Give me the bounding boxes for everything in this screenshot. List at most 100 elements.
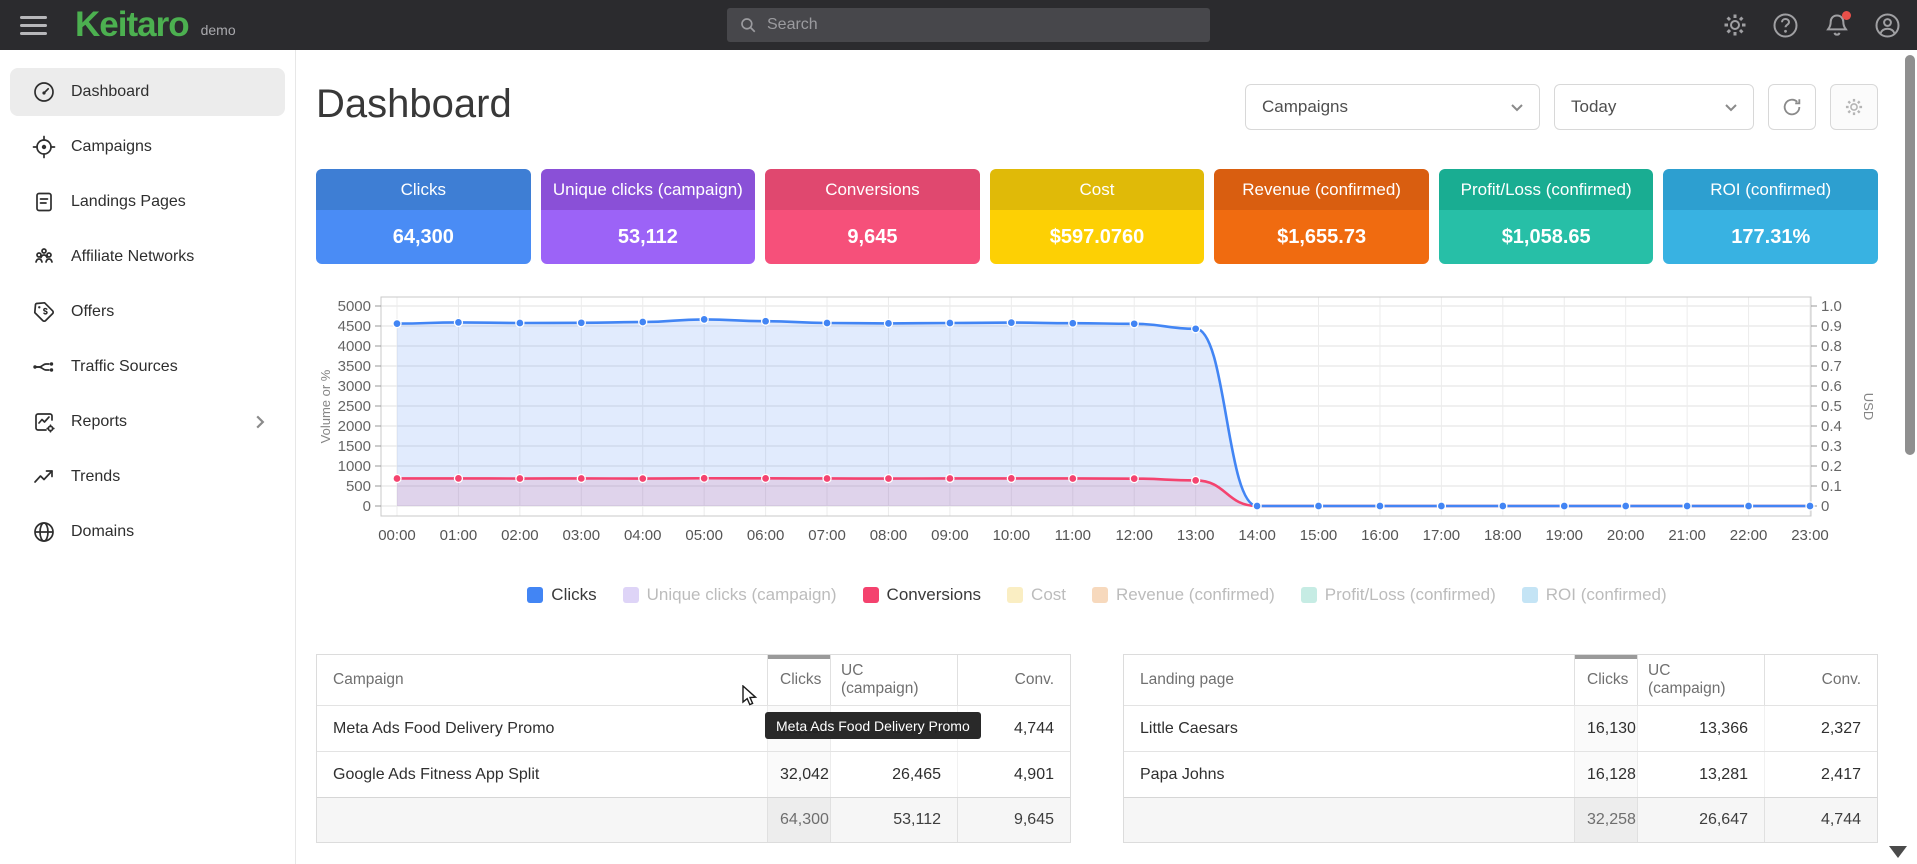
sidebar-item-affiliate-networks[interactable]: Affiliate Networks (10, 233, 285, 281)
row-name[interactable]: Meta Ads Food Delivery Promo (317, 706, 767, 751)
stat-card-label: Cost (990, 169, 1205, 210)
stat-card-label: Unique clicks (campaign) (541, 169, 756, 210)
stat-card-conversions[interactable]: Conversions9,645 (765, 169, 980, 264)
sidebar-item-landings-pages[interactable]: Landings Pages (10, 178, 285, 226)
column-header[interactable]: Landing page (1124, 655, 1574, 705)
sidebar-item-offers[interactable]: Offers (10, 288, 285, 336)
stat-card-unique-clicks-campaign-[interactable]: Unique clicks (campaign)53,112 (541, 169, 756, 264)
dashboard-settings-button[interactable] (1830, 84, 1878, 130)
stat-card-roi-confirmed-[interactable]: ROI (confirmed)177.31% (1663, 169, 1878, 264)
scroll-down-arrow[interactable] (1889, 846, 1907, 858)
legend-label: Revenue (confirmed) (1116, 585, 1275, 605)
table-totals-row: 32,25826,6474,744 (1124, 797, 1877, 842)
table-row[interactable]: Little Caesars16,13013,3662,327 (1124, 705, 1877, 751)
landings-table: Landing pageClicksUC (campaign)Conv.Litt… (1123, 654, 1878, 843)
svg-text:0.1: 0.1 (1821, 478, 1842, 495)
svg-text:02:00: 02:00 (501, 527, 539, 544)
sidebar-item-domains[interactable]: Domains (10, 508, 285, 556)
column-header-conv[interactable]: Conv. (1764, 655, 1877, 705)
svg-text:1.0: 1.0 (1821, 298, 1842, 315)
vertical-scrollbar[interactable] (1905, 55, 1915, 455)
svg-text:USD: USD (1861, 393, 1876, 420)
svg-text:15:00: 15:00 (1300, 527, 1338, 544)
grouping-select[interactable]: Campaigns (1245, 84, 1540, 130)
date-range-select[interactable]: Today (1554, 84, 1754, 130)
legend-item-conversions[interactable]: Conversions (863, 585, 982, 605)
stat-card-label: Revenue (confirmed) (1214, 169, 1429, 210)
svg-text:4000: 4000 (338, 338, 371, 355)
legend-item-roi-confirmed-[interactable]: ROI (confirmed) (1522, 585, 1667, 605)
svg-text:0: 0 (363, 498, 371, 515)
search-icon (739, 16, 757, 34)
row-name[interactable]: Google Ads Fitness App Split (317, 752, 767, 797)
search-input[interactable] (767, 16, 1198, 34)
affiliate-icon (32, 245, 56, 269)
refresh-button[interactable] (1768, 84, 1816, 130)
svg-text:09:00: 09:00 (931, 527, 969, 544)
stat-card-revenue-confirmed-[interactable]: Revenue (confirmed)$1,655.73 (1214, 169, 1429, 264)
account-icon[interactable] (1874, 12, 1901, 39)
chevron-down-icon (1509, 99, 1525, 115)
row-uc: 13,281 (1638, 752, 1764, 797)
svg-text:3000: 3000 (338, 378, 371, 395)
offers-icon (32, 300, 56, 324)
sidebar-item-campaigns[interactable]: Campaigns (10, 123, 285, 171)
column-header-conv[interactable]: Conv. (957, 655, 1070, 705)
menu-toggle-button[interactable] (0, 0, 50, 50)
search-bar[interactable] (727, 8, 1210, 42)
table-row[interactable]: Google Ads Fitness App Split32,04226,465… (317, 751, 1070, 797)
column-header-uc[interactable]: UC (campaign) (831, 655, 957, 705)
column-header[interactable]: Campaign (317, 655, 767, 705)
column-header-clicks[interactable]: Clicks (767, 655, 831, 705)
notifications-icon[interactable] (1823, 12, 1850, 39)
table-row[interactable]: Papa Johns16,12813,2812,417 (1124, 751, 1877, 797)
row-uc: 26,465 (831, 752, 957, 797)
legend-swatch (1092, 587, 1108, 603)
stat-card-label: Profit/Loss (confirmed) (1439, 169, 1654, 210)
column-header-clicks[interactable]: Clicks (1574, 655, 1638, 705)
sidebar-item-dashboard[interactable]: Dashboard (10, 68, 285, 116)
sidebar-item-label: Traffic Sources (71, 358, 178, 376)
stat-card-value: 9,645 (765, 210, 980, 264)
svg-text:2000: 2000 (338, 418, 371, 435)
sidebar-item-label: Dashboard (71, 83, 149, 101)
svg-text:14:00: 14:00 (1238, 527, 1276, 544)
stat-card-label: ROI (confirmed) (1663, 169, 1878, 210)
row-tooltip: Meta Ads Food Delivery Promo (765, 712, 981, 739)
row-name[interactable]: Little Caesars (1124, 706, 1574, 751)
sidebar-item-trends[interactable]: Trends (10, 453, 285, 501)
svg-text:10:00: 10:00 (993, 527, 1031, 544)
sort-indicator (768, 655, 830, 659)
column-header-uc[interactable]: UC (campaign) (1638, 655, 1764, 705)
legend-label: Conversions (887, 585, 982, 605)
sidebar-item-label: Domains (71, 523, 134, 541)
row-uc: 13,366 (1638, 706, 1764, 751)
svg-text:07:00: 07:00 (808, 527, 846, 544)
sidebar-item-traffic-sources[interactable]: Traffic Sources (10, 343, 285, 391)
refresh-icon (1781, 96, 1803, 118)
main-content: Dashboard Campaigns Today Clicks64,300Un (296, 50, 1917, 864)
stat-card-value: $1,058.65 (1439, 210, 1654, 264)
traffic-icon (32, 355, 56, 379)
help-icon[interactable] (1772, 12, 1799, 39)
stat-card-cost[interactable]: Cost$597.0760 (990, 169, 1205, 264)
grouping-select-value: Campaigns (1262, 97, 1348, 117)
svg-text:17:00: 17:00 (1423, 527, 1461, 544)
row-name[interactable]: Papa Johns (1124, 752, 1574, 797)
total-conv: 9,645 (957, 798, 1070, 842)
stat-card-profit-loss-confirmed-[interactable]: Profit/Loss (confirmed)$1,058.65 (1439, 169, 1654, 264)
svg-text:03:00: 03:00 (563, 527, 601, 544)
stat-card-clicks[interactable]: Clicks64,300 (316, 169, 531, 264)
gear-icon[interactable] (1721, 12, 1748, 39)
svg-text:12:00: 12:00 (1115, 527, 1153, 544)
date-range-value: Today (1571, 97, 1616, 117)
sidebar-item-reports[interactable]: Reports (10, 398, 285, 446)
legend-item-cost[interactable]: Cost (1007, 585, 1066, 605)
notification-badge (1842, 11, 1851, 20)
legend-item-profit-loss-confirmed-[interactable]: Profit/Loss (confirmed) (1301, 585, 1496, 605)
stat-cards-row: Clicks64,300Unique clicks (campaign)53,1… (316, 169, 1878, 264)
legend-item-unique-clicks-campaign-[interactable]: Unique clicks (campaign) (623, 585, 837, 605)
svg-text:0.4: 0.4 (1821, 418, 1842, 435)
legend-item-clicks[interactable]: Clicks (527, 585, 596, 605)
legend-item-revenue-confirmed-[interactable]: Revenue (confirmed) (1092, 585, 1275, 605)
